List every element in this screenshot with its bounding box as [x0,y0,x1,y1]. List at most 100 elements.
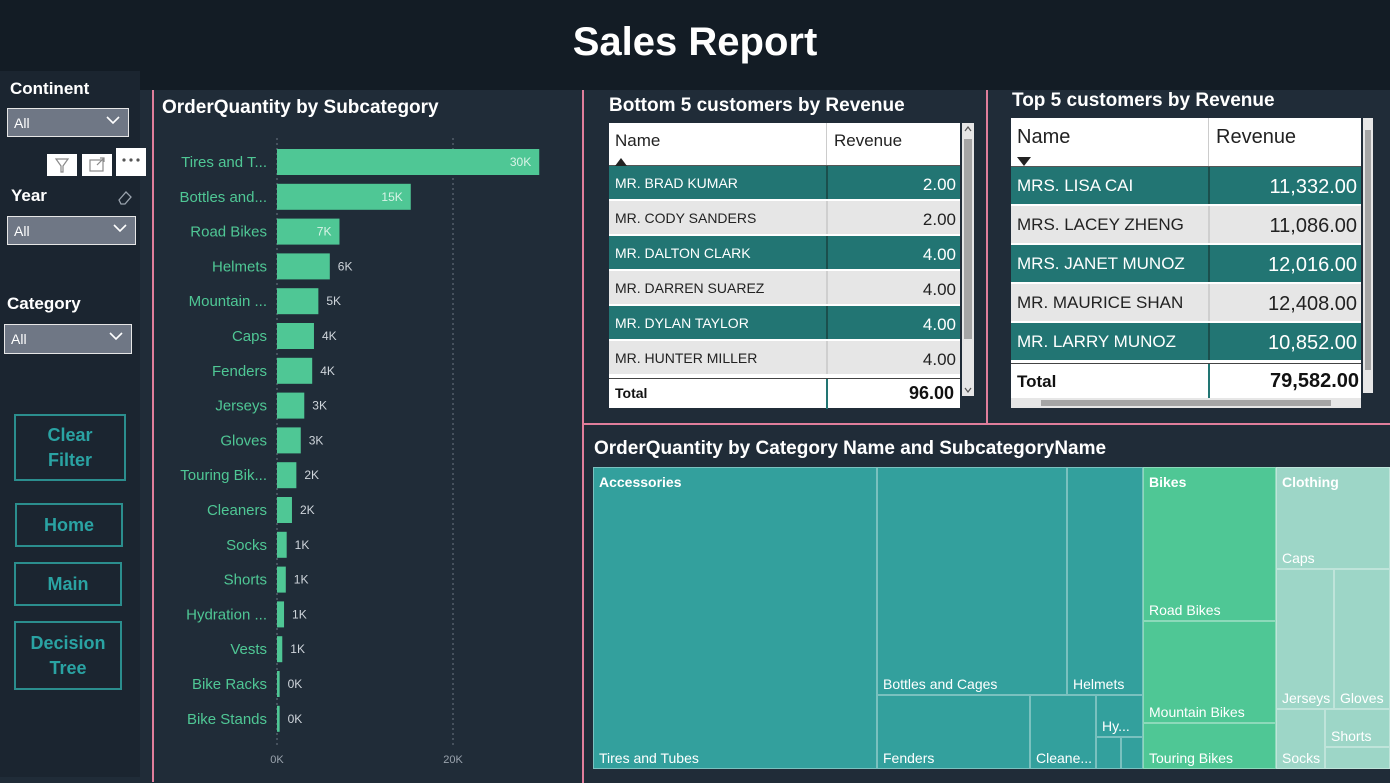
treemap-cell-bottles-and-cages[interactable]: Bottles and Cages [877,467,1067,695]
treemap-label: Hy... [1102,718,1130,734]
treemap: Accessories Tires and Tubes Bottles and … [593,467,1390,769]
top5-row[interactable]: MR. LARRY MUNOZ 10,852.00 [1011,323,1361,360]
treemap-label: Bottles and Cages [883,676,998,692]
bottom5-row[interactable]: MR. DYLAN TAYLOR 4.00 [609,306,960,339]
top5-row[interactable]: MRS. JANET MUNOZ 12,016.00 [1011,245,1361,282]
treemap-label: Road Bikes [1149,602,1221,618]
bottom5-row[interactable]: MR. HUNTER MILLER 4.00 [609,341,960,374]
main-button[interactable]: Main [14,562,122,606]
top5-name-header[interactable]: Name [1017,126,1070,149]
bottom5-row[interactable]: MR. DARREN SUAREZ 4.00 [609,271,960,304]
category-slicer-label: Category [7,294,81,313]
continent-dropdown-value: All [14,115,30,131]
category-label: Jerseys [215,398,267,415]
bottom5-revenue-value: 4.00 [922,245,956,264]
top5-revenue-value: 11,086.00 [1269,215,1358,237]
bottom5-table[interactable]: Name Revenue MR. BRAD KUMAR 2.00 MR. CODY … [609,123,960,409]
continent-slicer-label: Continent [10,79,90,98]
focus-mode-icon[interactable] [82,154,112,176]
bottom5-row[interactable]: MR. CODY SANDERS 2.00 [609,201,960,234]
eraser-icon[interactable] [116,188,134,206]
treemap-label: Mountain Bikes [1149,704,1245,720]
treemap-label: Jerseys [1282,690,1331,706]
continent-dropdown[interactable]: All [7,108,129,137]
treemap-label: Socks [1282,750,1321,766]
bottom5-scrollbar[interactable] [962,123,974,396]
treemap-cell-cleaners[interactable]: Cleane... [1030,695,1096,769]
decision-tree-button[interactable]: Decision Tree [14,621,122,690]
top5-customer-name: MR. LARRY MUNOZ [1017,332,1177,351]
clear-filter-button[interactable]: Clear Filter [14,414,126,481]
bottom5-revenue-header[interactable]: Revenue [834,131,902,151]
treemap-cell-jerseys[interactable]: Jerseys [1276,569,1334,709]
treemap-cell-gloves[interactable]: Gloves [1334,569,1390,709]
top5-row[interactable]: MRS. LISA CAI 11,332.00 [1011,167,1361,204]
top5-scrollbar[interactable] [1363,118,1373,393]
home-button[interactable]: Home [15,503,123,547]
treemap-cell-small[interactable] [1096,737,1121,769]
top5-row[interactable]: MR. MAURICE SHAN 12,408.00 [1011,284,1361,321]
treemap-label: Gloves [1340,690,1384,706]
treemap-cell-tires-and-tubes[interactable]: Accessories Tires and Tubes [593,467,877,769]
filter-icon[interactable] [47,154,77,176]
category-dropdown[interactable]: All [4,324,132,354]
treemap-label: Caps [1282,550,1315,566]
treemap-title: OrderQuantity by Category Name and Subca… [594,438,1107,459]
category-label: Touring Bik... [180,467,267,484]
treemap-cell-caps[interactable]: Clothing Caps [1276,467,1390,569]
year-slicer-label: Year [11,186,47,205]
scroll-down-icon[interactable] [962,381,974,393]
treemap-label: Shorts [1331,728,1372,744]
more-options-icon[interactable] [116,148,146,176]
column-divider [826,271,828,304]
data-label: 7K [317,225,332,239]
treemap-cell-shorts[interactable]: Shorts [1325,709,1390,747]
column-divider [1208,206,1210,243]
treemap-label: Cleane... [1036,750,1093,766]
data-label: 0K [288,677,303,691]
year-dropdown[interactable]: All [7,216,136,245]
category-label: Fenders [212,363,267,380]
top5-row[interactable]: MRS. LACEY ZHENG 11,086.00 [1011,206,1361,243]
bottom5-name-header[interactable]: Name [615,131,660,151]
category-label: Helmets [212,258,267,275]
column-divider [826,306,828,339]
treemap-cell-small[interactable] [1121,737,1143,769]
column-divider [1208,167,1210,204]
treemap-label: Helmets [1073,676,1125,692]
top5-horizontal-scrollbar[interactable] [1011,398,1361,408]
bottom5-customer-name: MR. DARREN SUAREZ [615,280,765,296]
column-divider [1208,284,1210,321]
clear-filter-label: Clear Filter [47,424,93,470]
home-label: Home [43,514,94,535]
treemap-cell-helmets[interactable]: Helmets [1067,467,1143,695]
top5-revenue-value: 12,016.00 [1268,254,1357,276]
treemap-cell-socks[interactable]: Socks [1276,709,1325,769]
main-label: Main [47,573,89,594]
treemap-cell-road-bikes[interactable]: Bikes Road Bikes [1143,467,1276,621]
top5-table[interactable]: Name Revenue MRS. LISA CAI 11,332.00 MRS. … [1011,118,1361,398]
bottom5-row[interactable]: MR. BRAD KUMAR 2.00 [609,166,960,199]
bottom5-revenue-value: 2.00 [922,210,956,229]
data-label: 6K [338,259,353,273]
treemap-cell-mountain-bikes[interactable]: Mountain Bikes [1143,621,1276,723]
treemap-cell-touring-bikes[interactable]: Touring Bikes [1143,723,1276,769]
bottom5-header-row: Name Revenue [609,123,960,166]
treemap-cell-fenders[interactable]: Fenders [877,695,1030,769]
year-dropdown-value: All [14,223,30,239]
bottom5-scroll-thumb[interactable] [964,139,972,339]
top5-scroll-thumb[interactable] [1365,130,1371,370]
column-divider [826,341,828,374]
scroll-up-icon[interactable] [962,123,974,135]
bar-chart-title: OrderQuantity by Subcategory [162,97,439,118]
treemap-cell-small[interactable] [1325,747,1390,769]
bottom5-row[interactable]: MR. DALTON CLARK 4.00 [609,236,960,269]
treemap-cell-hydration[interactable]: Hy... [1096,695,1143,737]
category-label: Bottles and... [179,189,267,206]
top5-total-row: Total 79,582.00 [1011,363,1361,398]
bar [277,671,280,697]
top5-revenue-header[interactable]: Revenue [1216,126,1296,149]
top5-hscroll-thumb[interactable] [1041,400,1331,406]
bar [277,357,313,384]
column-divider [1208,245,1210,282]
